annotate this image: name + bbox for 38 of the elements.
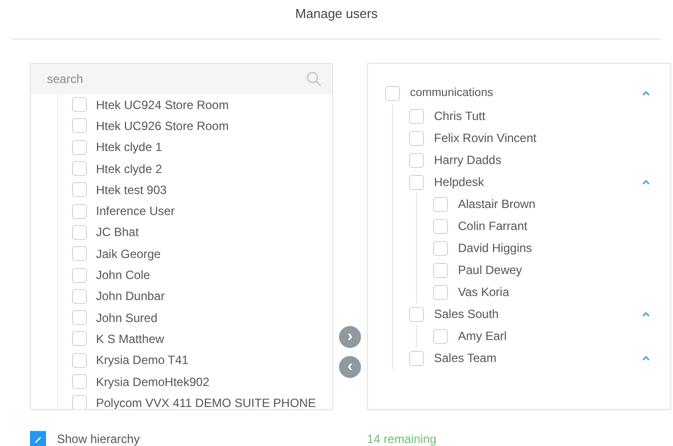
tree-item[interactable]: communications <box>410 87 632 99</box>
caret-icon[interactable] <box>642 355 650 361</box>
search-field[interactable]: search <box>31 64 332 94</box>
caret-icon[interactable] <box>642 179 650 185</box>
tree-item[interactable]: Sales Team <box>434 351 632 365</box>
user-item[interactable]: Htek UC924 Store Room <box>96 98 229 112</box>
user-item[interactable]: Krysia DemoHtek902 <box>96 374 210 388</box>
search-icon[interactable] <box>306 71 322 87</box>
remaining-count: 14 remaining <box>367 432 436 446</box>
tree-item[interactable]: Alastair Brown <box>458 197 652 211</box>
user-item[interactable]: Polycom VVX 411 DEMO SUITE PHONE <box>96 396 316 409</box>
user-item[interactable]: Htek clyde 2 <box>96 162 162 176</box>
tree-item[interactable]: David Higgins <box>458 241 652 255</box>
page-title: Manage users <box>294 5 379 23</box>
user-item[interactable]: Jaik George <box>96 246 161 261</box>
user-item[interactable]: John Dunbar <box>96 289 165 304</box>
tree-item[interactable]: Paul Dewey <box>458 263 652 277</box>
tree-item[interactable]: Felix Rovin Vincent <box>434 131 652 145</box>
tree-item[interactable]: Colin Farrant <box>458 219 652 233</box>
user-item[interactable]: K S Matthew <box>96 332 164 346</box>
user-item[interactable]: Htek test 903 <box>96 182 167 197</box>
user-item[interactable]: John Sured <box>96 310 158 325</box>
tree-item[interactable]: Harry Dadds <box>434 153 652 167</box>
user-item[interactable]: Krysia Demo T41 <box>96 353 188 368</box>
tree-item[interactable]: Chris Tutt <box>434 109 652 123</box>
user-item[interactable]: Inference User <box>96 204 175 218</box>
user-item[interactable]: JC Bhat <box>96 225 139 240</box>
caret-icon[interactable] <box>642 311 650 317</box>
user-item[interactable]: Htek UC926 Store Room <box>96 118 229 133</box>
tree-item[interactable]: Sales South <box>434 307 632 321</box>
tree-item[interactable]: Amy Earl <box>458 329 652 343</box>
user-item[interactable]: John Cole <box>96 268 150 282</box>
checkbox[interactable] <box>30 431 46 446</box>
user-item[interactable]: Htek clyde 1 <box>96 140 162 154</box>
tree-item[interactable]: Helpdesk <box>434 175 632 189</box>
checkbox-label[interactable]: Show hierarchy <box>57 432 140 446</box>
caret-icon[interactable] <box>642 90 650 96</box>
tree-item[interactable]: Vas Koria <box>458 285 652 299</box>
